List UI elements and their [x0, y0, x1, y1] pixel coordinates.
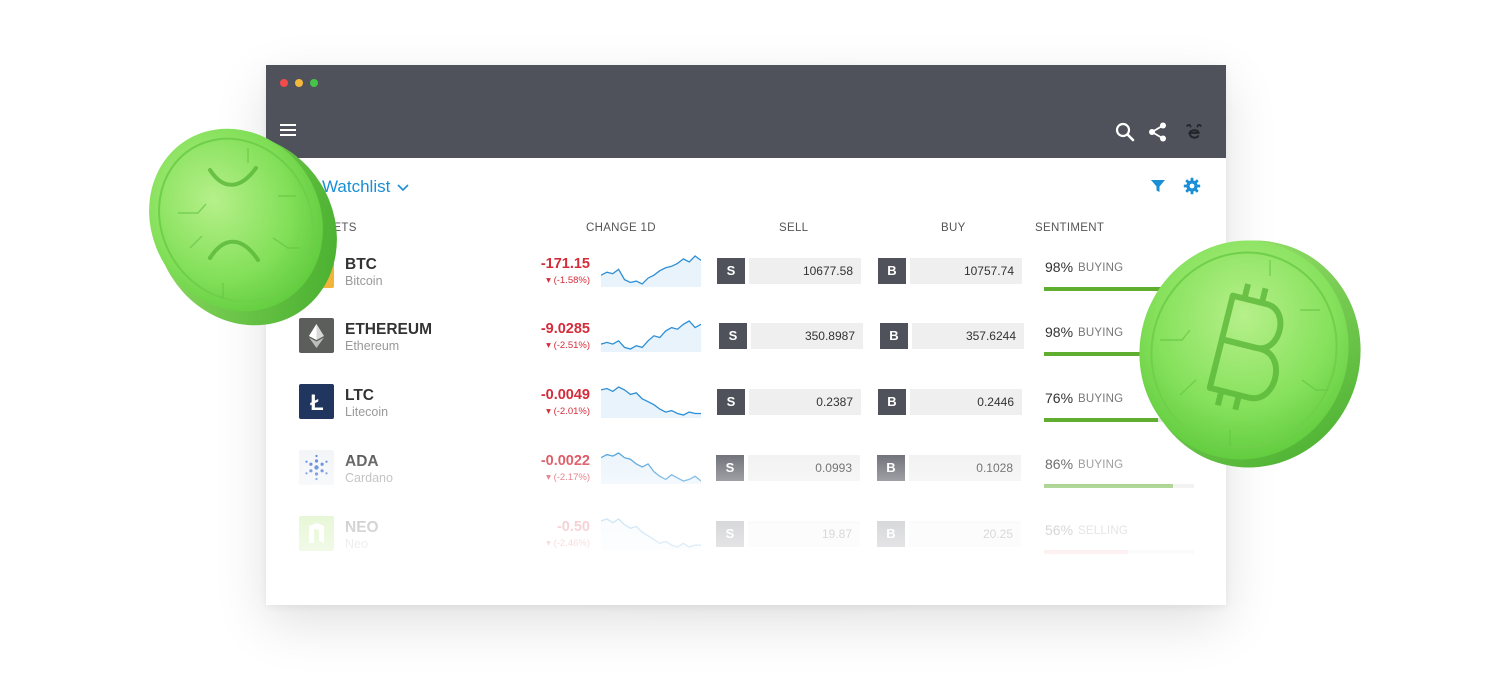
buy-price[interactable]: 10757.74 — [910, 258, 1022, 284]
sentiment-bar-fill — [1044, 352, 1191, 356]
svg-text:₿: ₿ — [308, 261, 324, 283]
asset-name: Ethereum — [345, 339, 400, 353]
sentiment-label: BUYING — [1078, 262, 1124, 274]
sparkline-chart — [601, 255, 701, 287]
bitcoin-icon: ₿ — [299, 253, 334, 288]
sentiment-percent: 76% — [1045, 390, 1074, 406]
sentiment-percent: 98% — [1045, 259, 1074, 275]
sell-button[interactable]: S — [719, 323, 747, 349]
search-icon[interactable] — [1114, 121, 1136, 143]
sell-button[interactable]: S — [717, 258, 745, 284]
table-row[interactable]: ADA Cardano -0.0022 ▾ (-2.17%) S 0.0993 … — [266, 442, 1226, 502]
filter-icon[interactable] — [1149, 177, 1167, 195]
sparkline-chart — [601, 320, 701, 352]
table-row[interactable]: ETHEREUM Ethereum -9.0285 ▾ (-2.51%) S 3… — [266, 310, 1226, 370]
sentiment-bar-fill — [1044, 484, 1173, 488]
watchlist-table: ₿ BTC Bitcoin -171.15 ▾ (-1.58%) S 10677… — [266, 245, 1226, 605]
change-value: -9.0285 — [540, 321, 590, 337]
change-percent: ▾ (-2.46%) — [546, 538, 590, 549]
column-header-markets[interactable]: MARKETS — [299, 222, 357, 234]
window-maximize-button[interactable] — [310, 79, 318, 87]
sentiment-bar — [1044, 550, 1194, 554]
cardano-icon — [299, 450, 334, 485]
sentiment-bar — [1044, 418, 1194, 422]
column-header-sentiment[interactable]: SENTIMENT — [1035, 222, 1104, 234]
table-row[interactable]: Ł LTC Litecoin -0.0049 ▾ (-2.01%) S 0.23… — [266, 376, 1226, 436]
buy-button[interactable]: B — [877, 521, 905, 547]
sparkline-chart — [601, 452, 701, 484]
buy-button[interactable]: B — [877, 455, 905, 481]
asset-symbol: LTC — [345, 387, 374, 404]
sparkline-area — [601, 321, 701, 352]
buy-price[interactable]: 0.1028 — [909, 455, 1021, 481]
sentiment-label: BUYING — [1078, 327, 1124, 339]
sentiment-label: BUYING — [1078, 459, 1124, 471]
sentiment-bar — [1044, 287, 1194, 291]
asset-symbol: ADA — [345, 453, 379, 470]
sell-price[interactable]: 0.0993 — [748, 455, 860, 481]
change-value: -171.15 — [540, 256, 590, 272]
watchlist-selector[interactable]: Watchlist — [322, 177, 410, 197]
app-window: Watchlist MARKETS CHANGE 1D SELL BUY SEN… — [266, 65, 1226, 605]
sentiment-bar — [1044, 352, 1194, 356]
litecoin-icon: Ł — [299, 384, 334, 419]
buy-button[interactable]: B — [880, 323, 908, 349]
sell-button[interactable]: S — [717, 389, 745, 415]
sentiment-percent: 86% — [1045, 456, 1074, 472]
table-row[interactable]: ₿ BTC Bitcoin -171.15 ▾ (-1.58%) S 10677… — [266, 245, 1226, 305]
buy-price[interactable]: 0.2446 — [910, 389, 1022, 415]
title-bar — [266, 65, 1226, 158]
change-percent: ▾ (-1.58%) — [546, 275, 590, 286]
change-value: -0.0022 — [540, 453, 590, 469]
column-header-change[interactable]: CHANGE 1D — [586, 222, 656, 234]
watchlist-title: Watchlist — [322, 177, 391, 196]
etoro-logo-icon[interactable] — [1183, 121, 1205, 143]
column-header-buy[interactable]: BUY — [941, 222, 966, 234]
sentiment-bar-fill — [1044, 287, 1191, 291]
sparkline-chart — [601, 518, 701, 550]
change-percent: ▾ (-2.17%) — [546, 472, 590, 483]
change-value: -0.50 — [556, 519, 590, 535]
sentiment-bar-fill — [1044, 550, 1128, 554]
svg-text:Ł: Ł — [310, 390, 323, 415]
sell-price[interactable]: 0.2387 — [749, 389, 861, 415]
share-icon[interactable] — [1147, 121, 1169, 143]
asset-name: Neo — [345, 537, 368, 551]
sentiment-bar-fill — [1044, 418, 1158, 422]
sentiment-percent: 98% — [1045, 324, 1074, 340]
neo-icon — [299, 516, 334, 551]
sell-price[interactable]: 350.8987 — [751, 323, 863, 349]
asset-symbol: ETHEREUM — [345, 321, 432, 338]
chevron-down-icon — [397, 184, 409, 192]
sentiment-label: BUYING — [1078, 393, 1124, 405]
column-header-sell[interactable]: SELL — [779, 222, 808, 234]
change-value: -0.0049 — [540, 387, 590, 403]
sentiment-bar — [1044, 484, 1194, 488]
gear-icon[interactable] — [1183, 177, 1201, 195]
change-percent: ▾ (-2.51%) — [546, 340, 590, 351]
change-percent: ▾ (-2.01%) — [546, 406, 590, 417]
ethereum-icon — [299, 318, 334, 353]
sell-price[interactable]: 19.87 — [748, 521, 860, 547]
sparkline-chart — [601, 386, 701, 418]
table-row[interactable]: NEO Neo -0.50 ▾ (-2.46%) S 19.87 B 20.25… — [266, 508, 1226, 568]
sell-price[interactable]: 10677.58 — [749, 258, 861, 284]
window-minimize-button[interactable] — [295, 79, 303, 87]
asset-symbol: BTC — [345, 256, 377, 273]
sell-button[interactable]: S — [716, 455, 744, 481]
sentiment-label: SELLING — [1078, 525, 1128, 537]
buy-price[interactable]: 357.6244 — [912, 323, 1024, 349]
buy-button[interactable]: B — [878, 258, 906, 284]
asset-name: Bitcoin — [345, 274, 383, 288]
hamburger-icon[interactable] — [280, 123, 298, 137]
asset-name: Litecoin — [345, 405, 389, 419]
buy-price[interactable]: 20.25 — [909, 521, 1021, 547]
asset-name: Cardano — [345, 471, 393, 485]
buy-button[interactable]: B — [878, 389, 906, 415]
window-close-button[interactable] — [280, 79, 288, 87]
sentiment-percent: 56% — [1045, 522, 1074, 538]
asset-symbol: NEO — [345, 519, 379, 536]
sell-button[interactable]: S — [716, 521, 744, 547]
